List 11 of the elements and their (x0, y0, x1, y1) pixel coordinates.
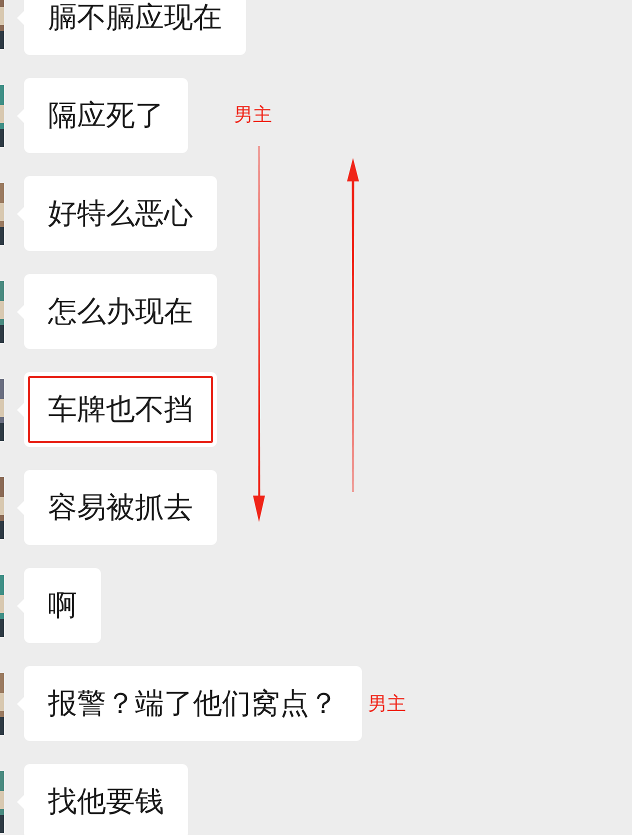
message-bubble: 啊 (24, 568, 101, 643)
message-bubble: 容易被抓去 (24, 470, 217, 545)
message-bubble: 车牌也不挡 (24, 372, 217, 447)
message-bubble: 隔应死了 (24, 78, 188, 153)
message-bubble: 怎么办现在 (24, 274, 217, 349)
message-bubble: 好特么恶心 (24, 176, 217, 251)
annotation-label: 男主 (368, 692, 406, 716)
message-bubble: 膈不膈应现在 (24, 0, 246, 55)
annotation-label: 男主 (234, 103, 272, 128)
message-bubble: 报警？端了他们窝点？ (24, 666, 362, 741)
message-bubble: 找他要钱 (24, 764, 188, 835)
